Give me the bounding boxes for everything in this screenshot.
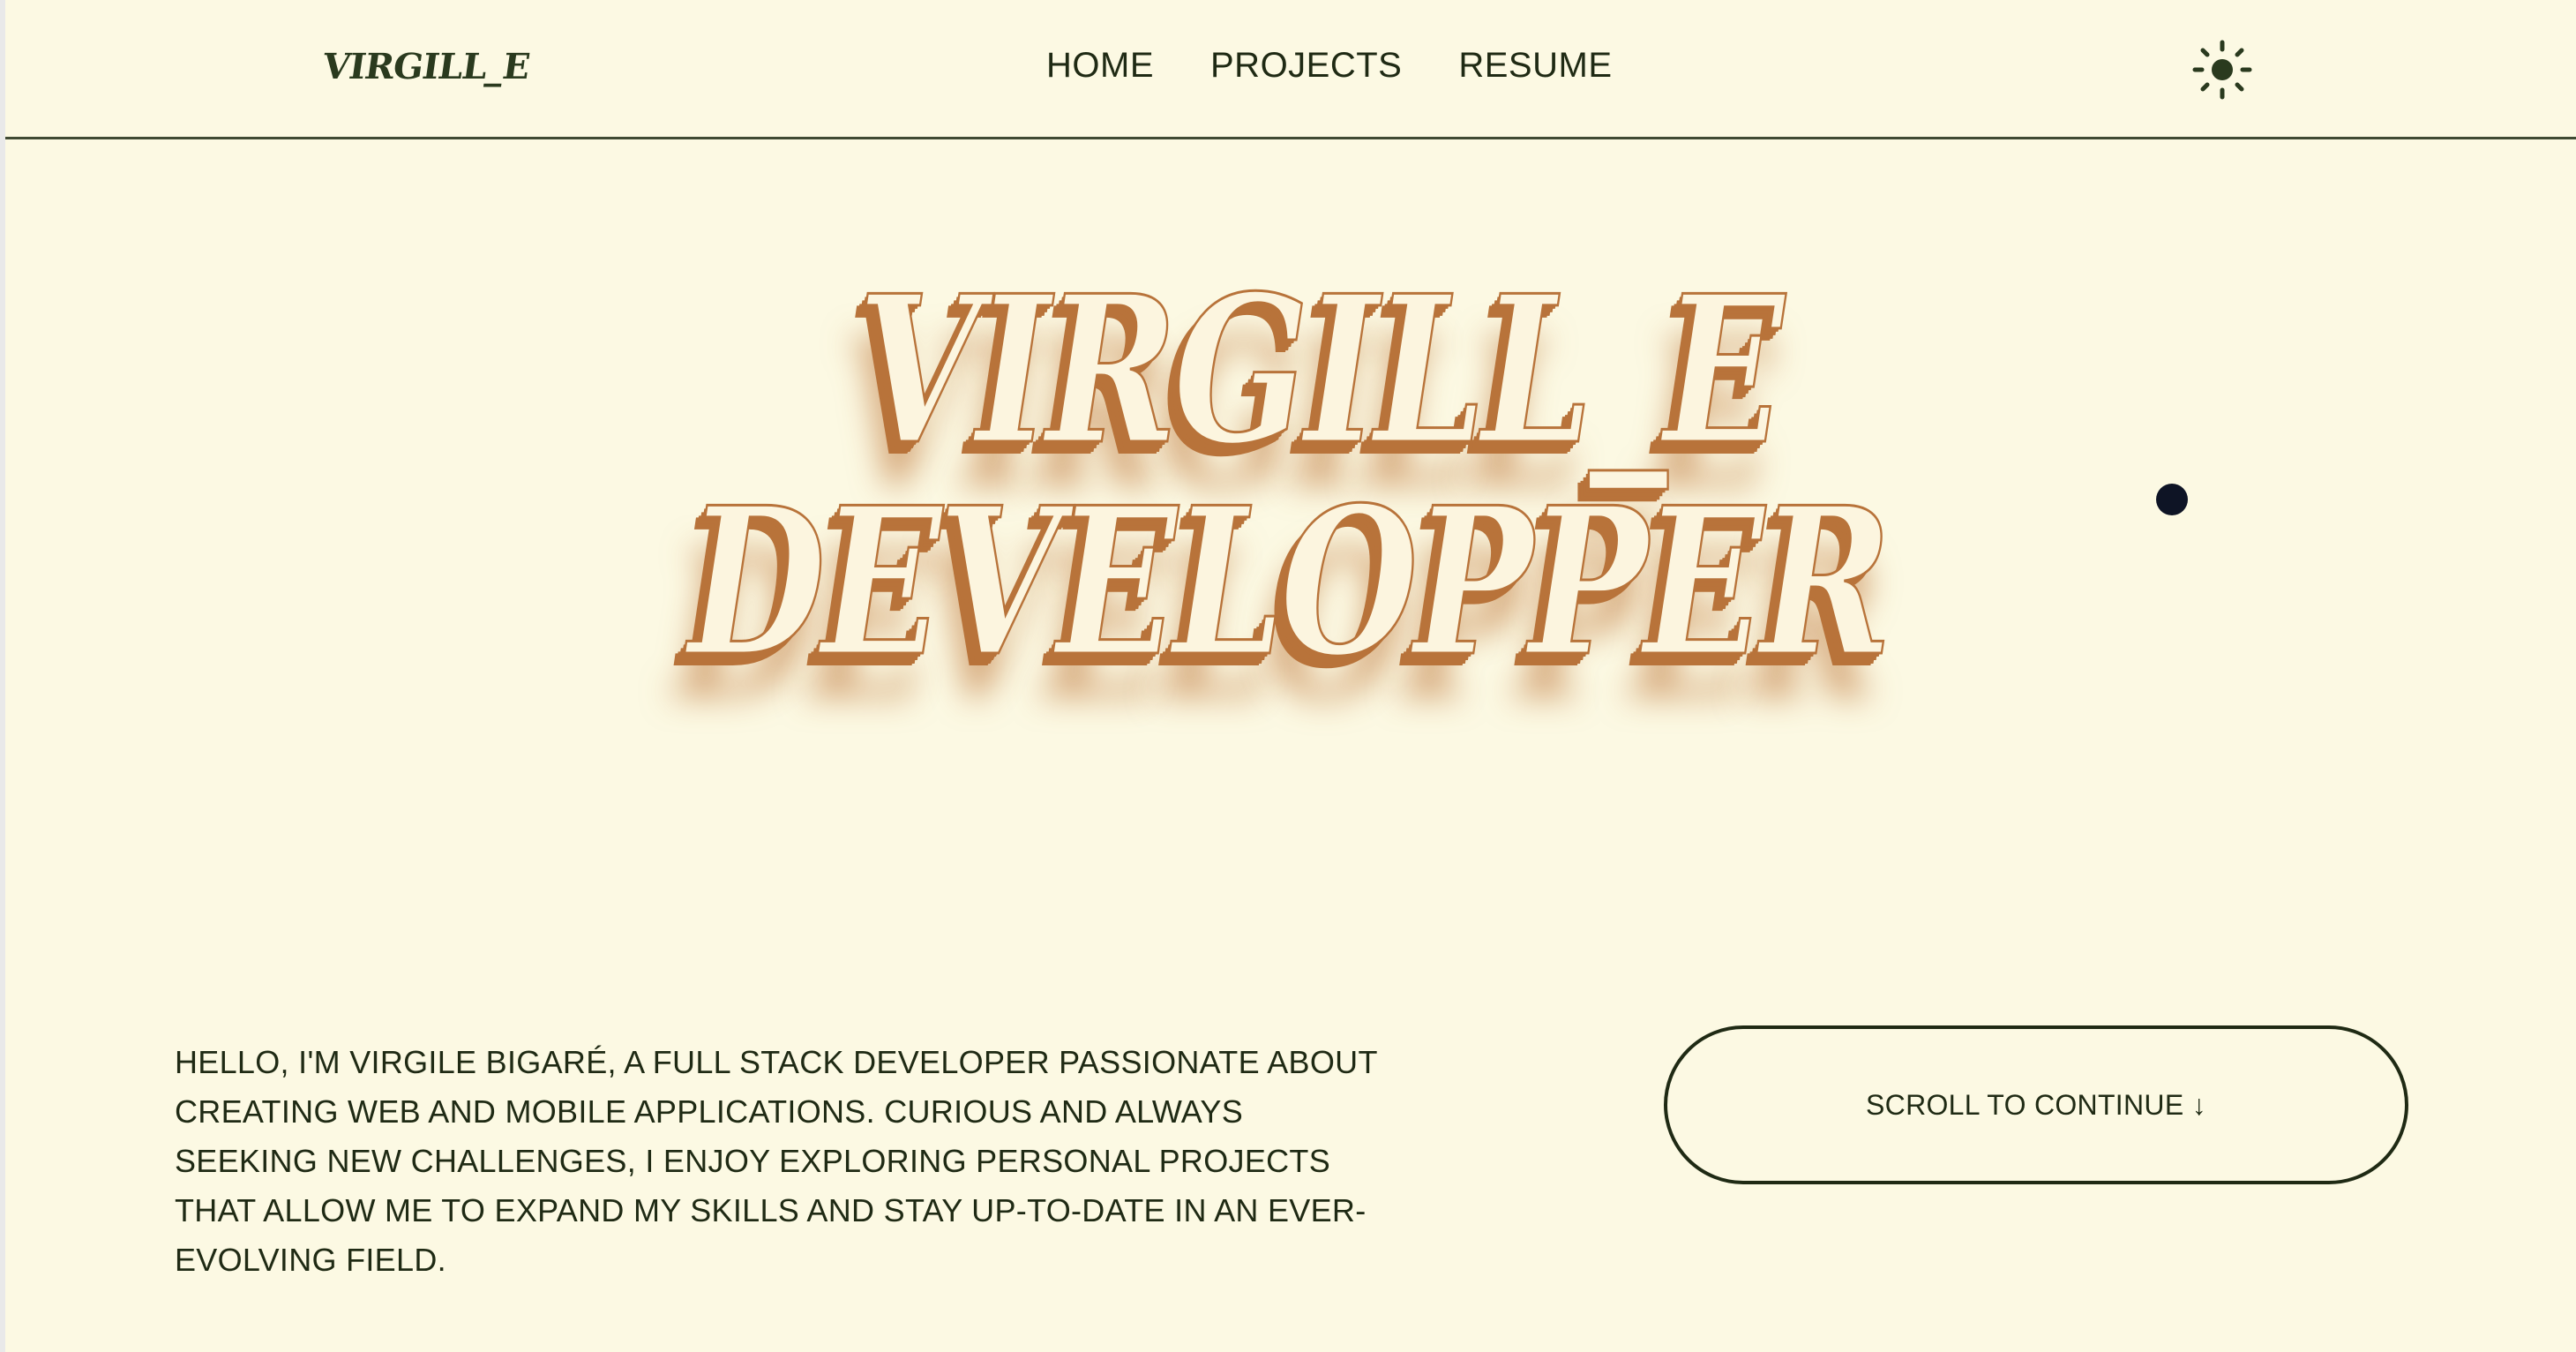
theme-toggle-button[interactable] [2191,39,2253,101]
scroll-to-continue-button[interactable]: SCROLL TO CONTINUE ↓ [1664,1025,2408,1184]
site-logo[interactable]: VIRGILL_E [320,46,532,87]
nav-resume[interactable]: RESUME [1458,46,1612,86]
site-header: VIRGILL_E HOME PROJECTS RESUME [5,0,2576,139]
hero-title-role: DEVELOPPER [687,463,1893,702]
sun-icon [2192,40,2252,100]
main-nav: HOME PROJECTS RESUME [1046,46,1613,86]
hero-title-name: VIRGILL_E [857,252,1786,490]
nav-projects[interactable]: PROJECTS [1210,46,1402,86]
nav-home[interactable]: HOME [1046,46,1154,86]
hero-section: VIRGILL_E DEVELOPPER [0,252,2576,702]
custom-cursor [2156,484,2188,515]
intro-paragraph: HELLO, I'M VIRGILE BIGARÉ, A FULL STACK … [175,1044,1378,1278]
